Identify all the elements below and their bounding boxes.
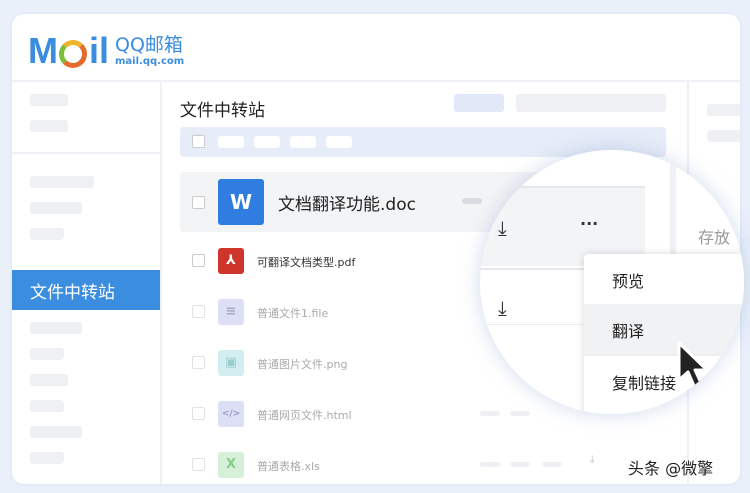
download-icon[interactable]: ⤓: [498, 296, 507, 320]
image-icon: ▣: [218, 350, 244, 376]
logo-text: QQ邮箱 mail.qq.com: [115, 33, 185, 67]
download-icon[interactable]: ⤓: [498, 216, 507, 240]
html-icon: </>: [218, 401, 244, 427]
logo-il: il: [89, 30, 110, 71]
row-checkbox[interactable]: [192, 305, 205, 318]
logo-name: QQ邮箱: [115, 33, 183, 56]
page-title: 文件中转站: [180, 101, 265, 121]
menu-item-copy-link[interactable]: 复制链接: [584, 356, 744, 406]
logo-m: M: [28, 30, 58, 71]
file-name: 普通表格.xls: [257, 460, 320, 473]
qq-mail-logo[interactable]: Mil QQ邮箱 mail.qq.com: [28, 30, 184, 72]
watermark: 头条 @微擎: [628, 459, 714, 478]
select-all-checkbox[interactable]: [192, 135, 205, 148]
right-panel-label: 存放: [698, 228, 731, 247]
row-checkbox[interactable]: [192, 254, 205, 267]
row-checkbox[interactable]: [192, 458, 205, 471]
row-checkbox[interactable]: [192, 407, 205, 420]
file-name: 普通文件1.file: [257, 307, 329, 320]
excel-icon: X: [218, 452, 244, 478]
logo-domain: mail.qq.com: [115, 55, 185, 67]
file-icon: ≡: [218, 299, 244, 325]
row-checkbox[interactable]: [192, 356, 205, 369]
file-name: 普通图片文件.png: [257, 358, 348, 371]
header: Mil QQ邮箱 mail.qq.com: [12, 14, 740, 82]
menu-item-translate[interactable]: 翻译: [584, 304, 744, 354]
menu-item-preview[interactable]: 预览: [584, 254, 744, 304]
magnifier: ⤓ ··· ⤓ 存放 预览 翻译 复制链接: [480, 150, 744, 414]
row-checkbox[interactable]: [192, 196, 205, 209]
pdf-icon: ⅄: [218, 248, 244, 274]
sidebar-item-file-transfer[interactable]: 文件中转站: [12, 270, 160, 310]
sidebar: 文件中转站: [12, 82, 162, 484]
file-row[interactable]: X 普通表格.xls ⤓: [180, 446, 666, 484]
logo-o-icon: [59, 40, 87, 68]
file-name: 可翻译文档类型.pdf: [257, 256, 356, 269]
context-menu: 预览 翻译 复制链接: [584, 254, 744, 414]
word-icon: W: [218, 179, 264, 225]
file-name: 文档翻译功能.doc: [278, 195, 416, 215]
cursor-icon: [677, 341, 709, 390]
more-icon[interactable]: ···: [580, 214, 598, 233]
file-name: 普通网页文件.html: [257, 409, 352, 422]
download-icon[interactable]: ⤓: [590, 454, 594, 465]
